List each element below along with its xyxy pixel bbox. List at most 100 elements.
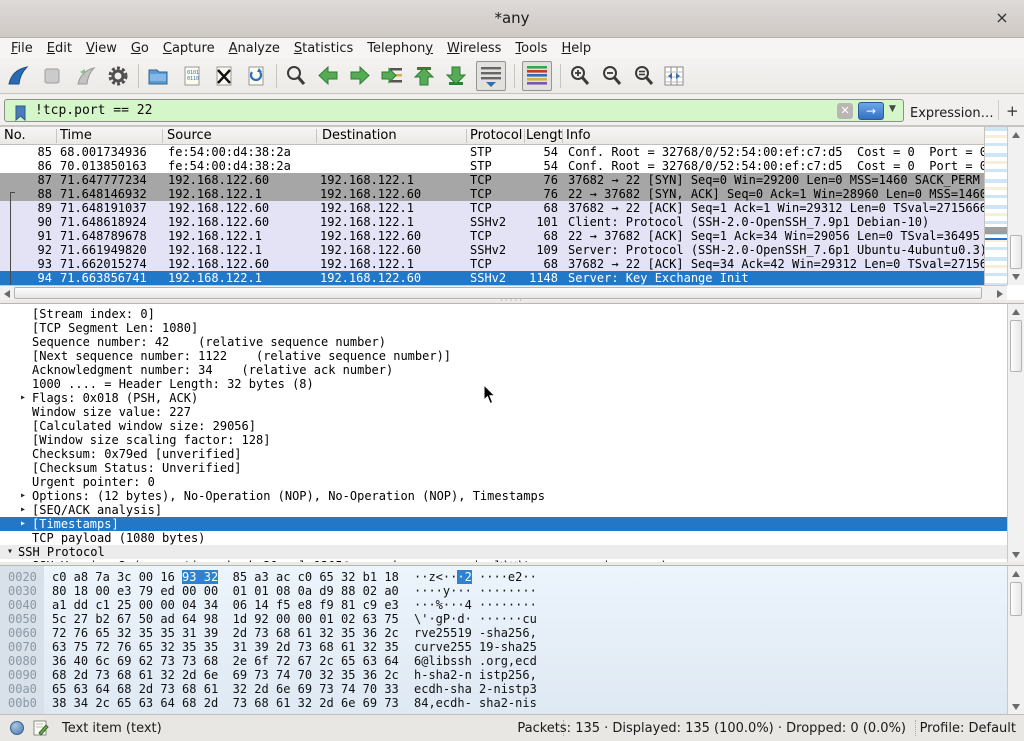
column-resize-handle[interactable] — [162, 129, 163, 143]
colorize-toggle-icon[interactable] — [522, 61, 552, 91]
detail-line-selected[interactable]: ▸[Timestamps] — [0, 517, 1007, 531]
detail-line-expandable[interactable]: ▸Flags: 0x018 (PSH, ACK) — [0, 391, 1007, 405]
menu-view[interactable]: View — [79, 40, 124, 57]
go-top-icon[interactable] — [412, 64, 436, 88]
scroll-up-icon[interactable] — [1012, 571, 1020, 577]
filter-dropdown-caret-icon[interactable]: ▼ — [889, 104, 896, 114]
expert-info-icon[interactable] — [10, 721, 24, 735]
scrollbar-thumb[interactable] — [1010, 235, 1022, 269]
scrollbar-thumb[interactable] — [1010, 320, 1022, 372]
hex-row[interactable]: 0040a1 dd c1 25 00 00 04 34 06 14 f5 e8 … — [0, 598, 1007, 612]
packet-row[interactable]: 8871.648146932192.168.122.1192.168.122.6… — [0, 187, 984, 201]
scroll-right-icon[interactable] — [997, 290, 1003, 298]
scroll-down-icon[interactable] — [1012, 552, 1020, 558]
menu-file[interactable]: File — [4, 40, 40, 57]
packet-row[interactable]: 9371.662015274192.168.122.60192.168.122.… — [0, 257, 984, 271]
add-filter-button[interactable]: + — [1006, 102, 1019, 120]
detail-line[interactable]: 1000 .... = Header Length: 32 bytes (8) — [0, 377, 1007, 391]
capture-restart-icon[interactable] — [74, 64, 98, 88]
hex-row[interactable]: 00505c 27 b2 67 50 ad 64 98 1d 92 00 00 … — [0, 612, 1007, 626]
detail-line-expandable[interactable]: ▸Options: (12 bytes), No-Operation (NOP)… — [0, 489, 1007, 503]
hex-row[interactable]: 00b038 34 2c 65 63 64 68 2d 73 68 61 32 … — [0, 696, 1007, 710]
packet-row-selected[interactable]: 9471.663856741192.168.122.1192.168.122.6… — [0, 271, 984, 285]
column-resize-handle[interactable] — [466, 129, 467, 143]
scroll-up-icon[interactable] — [1012, 132, 1020, 138]
go-bottom-icon[interactable] — [444, 64, 468, 88]
capture-start-icon[interactable] — [6, 64, 30, 88]
packet-row[interactable]: 9171.648789678192.168.122.1192.168.122.6… — [0, 229, 984, 243]
menu-wireless[interactable]: Wireless — [440, 40, 508, 57]
column-header-length[interactable]: Length — [526, 128, 562, 143]
capture-stop-icon[interactable] — [40, 64, 64, 88]
hex-row[interactable]: 0020c0 a8 7a 3c 00 16 93 32 85 a3 ac c0 … — [0, 570, 1007, 584]
go-back-icon[interactable] — [316, 64, 340, 88]
column-header-no[interactable]: No. — [4, 128, 26, 143]
go-forward-icon[interactable] — [348, 64, 372, 88]
detail-line[interactable]: [Next sequence number: 1122 (relative se… — [0, 349, 1007, 363]
status-profile[interactable]: Profile: Default — [920, 721, 1016, 736]
menu-help[interactable]: Help — [554, 40, 598, 57]
hex-row[interactable]: 003080 18 00 e3 79 ed 00 00 01 01 08 0a … — [0, 584, 1007, 598]
detail-line[interactable]: [Calculated window size: 29056] — [0, 419, 1007, 433]
display-filter-input[interactable]: !tcp.port == 22 ✕ → ▼ — [4, 99, 904, 122]
detail-line[interactable]: [TCP Segment Len: 1080] — [0, 321, 1007, 335]
scroll-left-icon[interactable] — [4, 290, 10, 298]
menu-telephony[interactable]: Telephony — [360, 40, 440, 57]
scroll-down-icon[interactable] — [1012, 274, 1020, 280]
detail-line[interactable]: Sequence number: 42 (relative sequence n… — [0, 335, 1007, 349]
menu-analyze[interactable]: Analyze — [222, 40, 287, 57]
menu-capture[interactable]: Capture — [156, 40, 222, 57]
menu-tools[interactable]: Tools — [508, 40, 554, 57]
find-packet-icon[interactable] — [284, 64, 308, 88]
resize-columns-icon[interactable] — [662, 64, 686, 88]
column-resize-handle[interactable] — [562, 129, 563, 143]
scroll-up-icon[interactable] — [1012, 309, 1020, 315]
packet-list-vscrollbar[interactable] — [1007, 127, 1024, 285]
hex-row[interactable]: 007063 75 72 76 65 32 35 35 31 39 2d 73 … — [0, 640, 1007, 654]
zoom-out-icon[interactable] — [600, 64, 624, 88]
hex-row[interactable]: 006072 76 65 32 35 35 31 39 2d 73 68 61 … — [0, 626, 1007, 640]
hex-vscrollbar[interactable] — [1007, 566, 1024, 714]
column-resize-handle[interactable] — [56, 129, 57, 143]
column-resize-handle[interactable] — [316, 129, 317, 143]
packet-list-minimap[interactable] — [984, 127, 1007, 285]
detail-line-ssh-protocol[interactable]: ▾SSH Protocol — [0, 545, 1007, 559]
packet-row[interactable]: 8670.013850163fe:54:00:d4:38:2aSTP54Conf… — [0, 159, 984, 173]
filter-bookmark-icon[interactable] — [9, 103, 31, 127]
detail-line[interactable]: Checksum: 0x79ed [unverified] — [0, 447, 1007, 461]
detail-line[interactable]: Urgent pointer: 0 — [0, 475, 1007, 489]
reload-file-icon[interactable] — [244, 64, 268, 88]
open-file-folder-icon[interactable] — [146, 64, 170, 88]
title-bar[interactable]: *any × — [0, 0, 1024, 38]
detail-line[interactable]: TCP payload (1080 bytes) — [0, 531, 1007, 545]
detail-line-expandable[interactable]: ▸[SEQ/ACK analysis] — [0, 503, 1007, 517]
hex-row[interactable]: 008036 40 6c 69 62 73 73 68 2e 6f 72 67 … — [0, 654, 1007, 668]
filter-clear-icon[interactable]: ✕ — [837, 103, 853, 119]
packet-row[interactable]: 9271.661949820192.168.122.1192.168.122.6… — [0, 243, 984, 257]
packet-row[interactable]: 9071.648618924192.168.122.60192.168.122.… — [0, 215, 984, 229]
column-header-protocol[interactable]: Protocol — [470, 128, 522, 143]
scrollbar-thumb[interactable] — [1010, 582, 1022, 616]
capture-options-gear-icon[interactable] — [106, 64, 130, 88]
menu-go[interactable]: Go — [124, 40, 156, 57]
expression-button[interactable]: Expression… — [910, 106, 994, 121]
scrollbar-thumb[interactable] — [14, 287, 982, 299]
hex-row[interactable]: 009068 2d 73 68 61 32 2d 6e 69 73 74 70 … — [0, 668, 1007, 682]
auto-scroll-toggle-icon[interactable] — [476, 61, 506, 91]
menu-statistics[interactable]: Statistics — [287, 40, 360, 57]
packet-row[interactable]: 8771.647777234192.168.122.60192.168.122.… — [0, 173, 984, 187]
packet-row[interactable]: 8971.648191037192.168.122.60192.168.122.… — [0, 201, 984, 215]
detail-line[interactable]: Window size value: 227 — [0, 405, 1007, 419]
detail-line[interactable]: Acknowledgment number: 34 (relative ack … — [0, 363, 1007, 377]
filter-apply-icon[interactable]: → — [858, 102, 884, 120]
packet-row[interactable]: 8568.001734936fe:54:00:d4:38:2aSTP54Conf… — [0, 145, 984, 159]
column-header-time[interactable]: Time — [60, 128, 92, 143]
detail-line[interactable]: [Window size scaling factor: 128] — [0, 433, 1007, 447]
column-header-info[interactable]: Info — [566, 128, 591, 143]
save-file-icon[interactable]: 01010110 — [180, 64, 204, 88]
close-window-button[interactable]: × — [992, 8, 1012, 28]
column-header-source[interactable]: Source — [167, 128, 212, 143]
zoom-in-icon[interactable] — [568, 64, 592, 88]
detail-line[interactable]: [Checksum Status: Unverified] — [0, 461, 1007, 475]
go-to-packet-icon[interactable] — [380, 64, 404, 88]
